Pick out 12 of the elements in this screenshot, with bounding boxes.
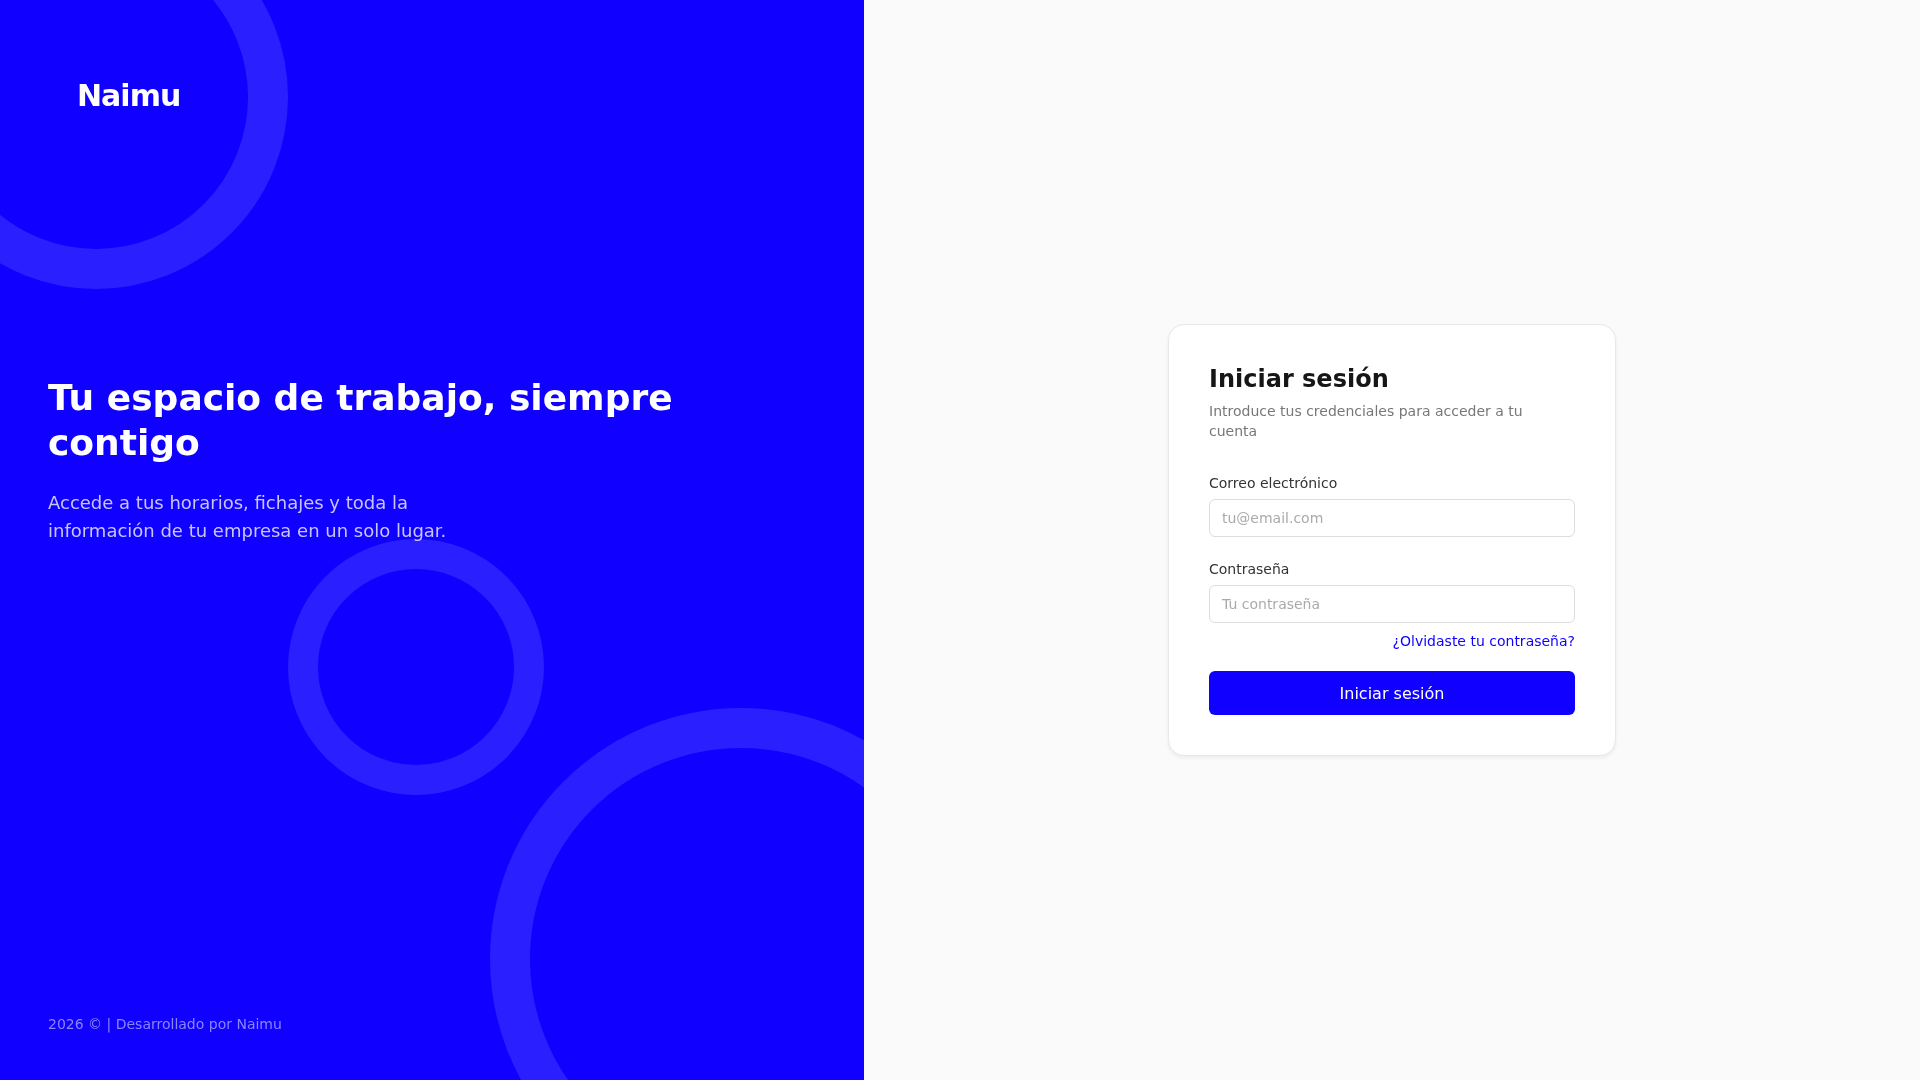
hero-title: Tu espacio de trabajo, siempre contigo [48,376,674,465]
field-label: Contraseña [1209,561,1290,577]
footer-text: 2026 © | Desarrollado por Naimu [48,1016,282,1032]
forgot-password-link[interactable]: ¿Olvidaste tu contraseña? [1392,633,1575,649]
field-label: Correo electrónico [1209,475,1338,491]
password-field[interactable]: Tu contraseña [1209,585,1575,623]
logo: Naimu [77,78,181,113]
login-subtitle: Introduce tus credenciales para acceder a tu cuenta [1209,402,1524,441]
hero-subtitle: Accede a tus horarios, fichajes y toda la información de tu empresa en un solo lugar. [48,491,448,543]
login-title: Iniciar sesión [1209,365,1390,393]
login-button[interactable]: Iniciar sesión [1209,671,1575,715]
email-field[interactable]: tu@email.com [1209,499,1575,537]
